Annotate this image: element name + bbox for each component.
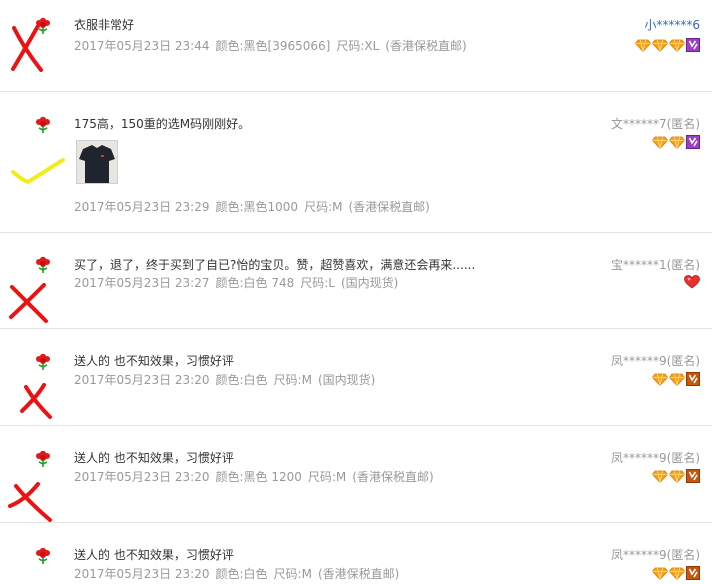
reviewer-name: 凤******9(匿名) [611,451,700,465]
orange-crown-badge-icon [686,372,700,386]
purple-vip-badge-icon [686,135,700,149]
review-color: 颜色:黑色 1200 [215,470,302,484]
reviewer-badges [652,135,700,149]
review-meta: 2017年05月23日 23:29 颜色:黑色1000 尺码:M (香港保税直邮) [74,198,436,215]
review-date: 2017年05月23日 23:20 [74,470,210,484]
review-meta: 2017年05月23日 23:20 颜色:白色 尺码:M (国内现货) [74,371,381,388]
review-color: 颜色:白色 [215,567,268,581]
orange-diamond-icon [669,470,685,483]
orange-diamond-icon [652,136,668,149]
review-text: 送人的 也不知效果，习惯好评 [74,548,234,562]
review-color: 颜色:黑色[3965066] [215,39,331,53]
reviewer-name: 宝******1(匿名) [611,258,700,272]
review-text: 送人的 也不知效果，习惯好评 [74,354,234,368]
red-heart-icon [684,275,700,289]
review-size: 尺码:M [273,373,312,387]
red-hand-drawn-cross [9,283,48,323]
reviewer-name: 文******7(匿名) [611,117,700,131]
review-date: 2017年05月23日 23:20 [74,567,210,581]
black-shirt-icon [79,145,115,183]
red-hand-drawn-cross [8,482,52,522]
orange-diamond-icon [652,567,668,580]
purple-vip-badge-icon [686,38,700,52]
review-text: 买了，退了，终于买到了自已?怡的宝贝。赞，超赞喜欢，满意还会再来...... [74,258,476,272]
orange-diamond-icon [669,136,685,149]
review-item: 送人的 也不知效果，习惯好评 2017年05月23日 23:20 颜色:白色 尺码:… [0,523,712,584]
review-size: 尺码:XL [336,39,380,53]
review-date: 2017年05月23日 23:29 [74,200,210,214]
red-flower-icon [36,116,50,133]
review-date: 2017年05月23日 23:27 [74,276,210,290]
reviewer-badges [684,275,700,289]
review-size: 尺码:M [307,470,347,484]
review-size: 尺码:M [273,567,312,581]
review-item: 买了，退了，终于买到了自已?怡的宝贝。赞，超赞喜欢，满意还会再来...... 2… [0,233,712,329]
review-color: 颜色:黑色1000 [215,200,299,214]
review-size: 尺码:M [304,200,343,214]
orange-crown-badge-icon [686,469,700,483]
review-text: 送人的 也不知效果，习惯好评 [74,451,234,465]
orange-diamond-icon [635,39,651,52]
review-text: 衣服非常好 [74,18,135,32]
reviewer-name: 凤******9(匿名) [611,548,700,562]
review-meta: 2017年05月23日 23:44 颜色:黑色[3965066] 尺码:XL (香港保… [74,37,473,54]
reviewer-badges [652,566,700,580]
orange-diamond-icon [652,373,668,386]
red-hand-drawn-cross [20,383,52,419]
review-meta: 2017年05月23日 23:20 颜色:黑色 1200 尺码:M (香港保税直邮) [74,468,440,485]
review-text: 175高，150重的选M码刚刚好。 [74,117,251,131]
review-item: 送人的 也不知效果，习惯好评 2017年05月23日 23:20 颜色:黑色 12… [0,426,712,523]
review-item: 175高，150重的选M码刚刚好。 2017年05月23日 23:29 颜色:黑色… [0,92,712,233]
red-flower-icon [36,450,50,467]
review-photo-thumbnail[interactable] [76,140,118,184]
orange-diamond-icon [669,567,685,580]
review-shipping: (国内现货) [340,276,399,290]
review-item: 衣服非常好 2017年05月23日 23:44 颜色:黑色[3965066] 尺码:… [0,0,712,92]
orange-diamond-icon [669,39,685,52]
review-shipping: (香港保税直邮) [352,470,434,484]
red-flower-icon [36,547,50,564]
review-color: 颜色:白色 748 [215,276,295,290]
yellow-hand-drawn-check [11,158,65,184]
review-meta: 2017年05月23日 23:20 颜色:白色 尺码:M (香港保税直邮) [74,565,405,582]
red-hand-drawn-cross [11,24,43,72]
reviewer-name: 凤******9(匿名) [611,354,700,368]
review-item: 送人的 也不知效果，习惯好评 2017年05月23日 23:20 颜色:白色 尺码:… [0,329,712,426]
review-shipping: (香港保税直邮) [317,567,400,581]
reviewer-badges [652,372,700,386]
review-shipping: (香港保税直邮) [385,39,467,53]
review-size: 尺码:L [300,276,335,290]
review-date: 2017年05月23日 23:44 [74,39,210,53]
review-date: 2017年05月23日 23:20 [74,373,210,387]
review-meta: 2017年05月23日 23:27 颜色:白色 748 尺码:L (国内现货) [74,274,404,291]
review-color: 颜色:白色 [215,373,268,387]
orange-diamond-icon [652,39,668,52]
reviewer-badges [652,469,700,483]
reviewer-badges [635,38,700,52]
review-shipping: (国内现货) [317,373,376,387]
red-flower-icon [36,353,50,370]
orange-diamond-icon [669,373,685,386]
orange-crown-badge-icon [686,566,700,580]
orange-diamond-icon [652,470,668,483]
red-flower-icon [36,256,50,273]
reviewer-name-link[interactable]: 小******6 [644,16,700,33]
review-shipping: (香港保税直邮) [348,200,430,214]
